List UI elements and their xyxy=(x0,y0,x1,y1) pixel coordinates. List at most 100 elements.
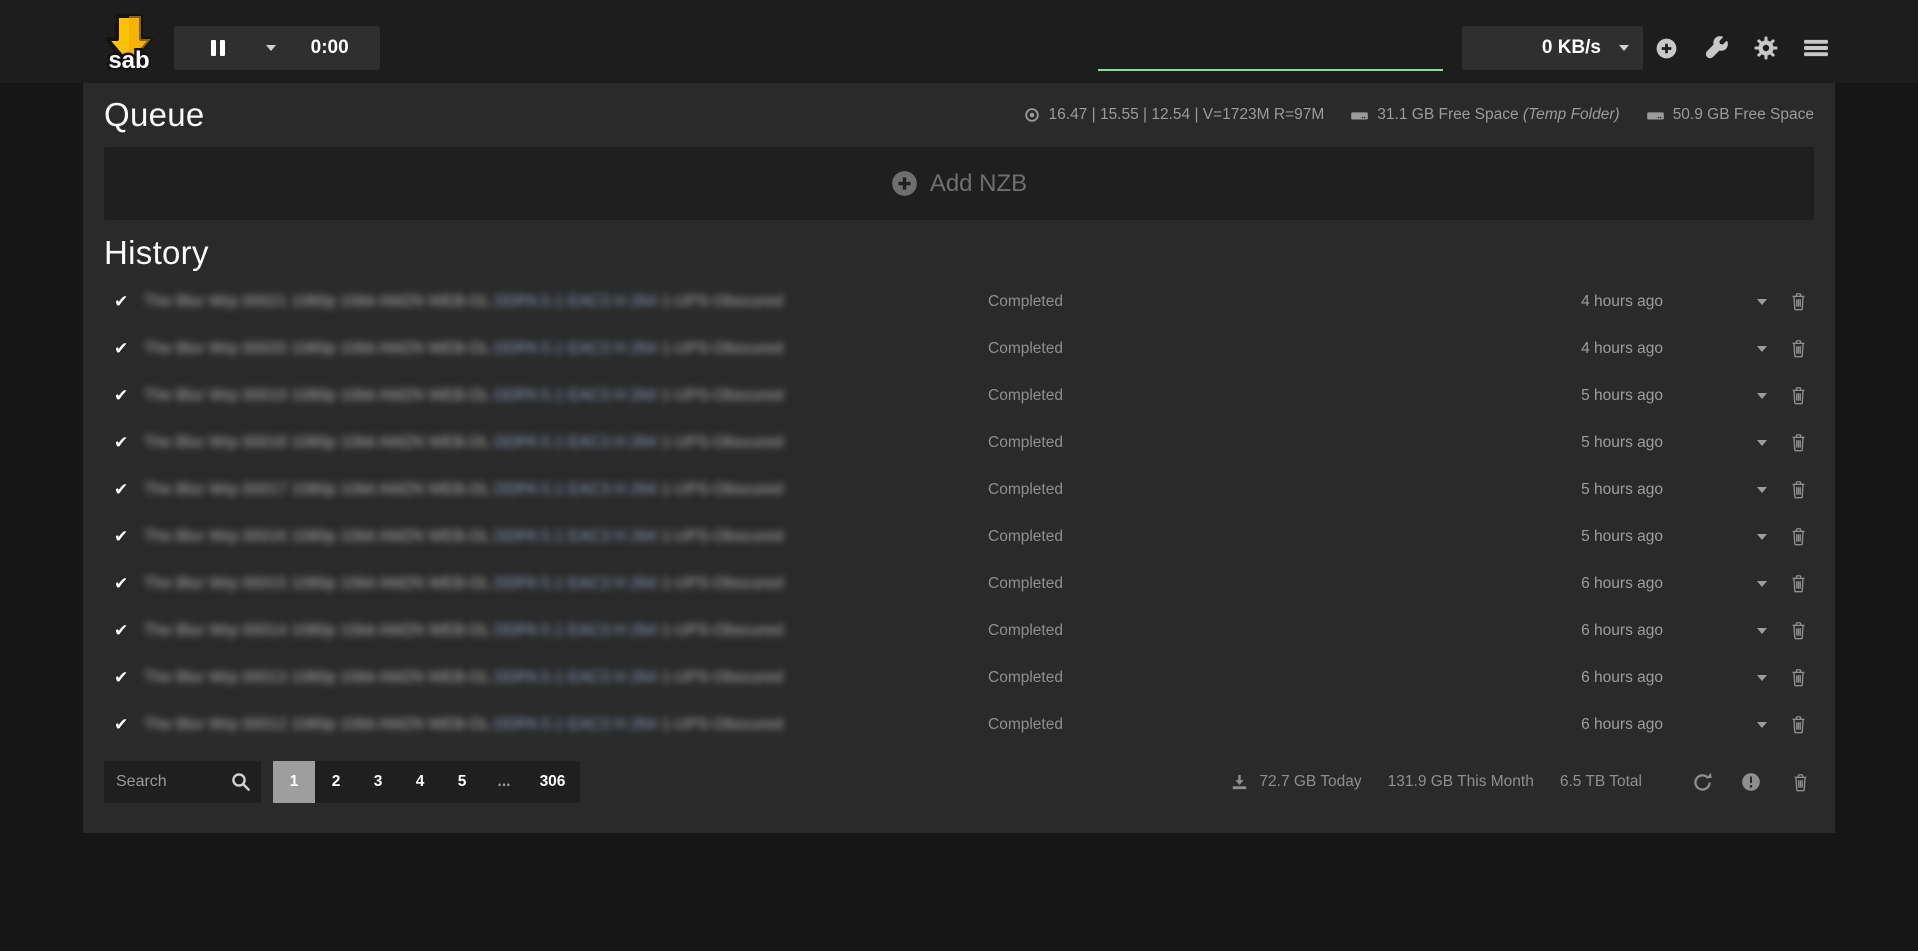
queue-header: Queue 16.47 | 15.55 | 12.54 | V=1723M R=… xyxy=(104,83,1814,147)
history-row: ✔ The Blur Wrp 00012 1080p 10bit AMZN WE… xyxy=(104,701,1814,748)
history-row: ✔ The Blur Wrp 00014 1080p 10bit AMZN WE… xyxy=(104,607,1814,654)
history-header: History xyxy=(104,220,1814,278)
server-stats-text: 16.47 | 15.55 | 12.54 | V=1723M R=97M xyxy=(1049,106,1325,124)
history-item-name[interactable]: The Blur Wrp 00019 1080p 10bit AMZN WEB-… xyxy=(144,387,988,405)
history-title: History xyxy=(104,234,209,272)
history-item-name[interactable]: The Blur Wrp 00016 1080p 10bit AMZN WEB-… xyxy=(144,528,988,546)
history-item-name[interactable]: The Blur Wrp 00014 1080p 10bit AMZN WEB-… xyxy=(144,622,988,640)
row-actions-caret-icon[interactable] xyxy=(1663,581,1783,587)
add-nzb-plus-icon[interactable] xyxy=(1652,34,1680,62)
history-item-status: Completed xyxy=(988,481,1563,499)
page-button-3[interactable]: 3 xyxy=(357,761,399,803)
row-actions-caret-icon[interactable] xyxy=(1663,299,1783,305)
total-month: 131.9 GB This Month xyxy=(1388,773,1534,791)
history-item-status: Completed xyxy=(988,575,1563,593)
history-item-status: Completed xyxy=(988,340,1563,358)
history-item-name[interactable]: The Blur Wrp 00015 1080p 10bit AMZN WEB-… xyxy=(144,575,988,593)
history-item-status: Completed xyxy=(988,293,1563,311)
history-item-status: Completed xyxy=(988,622,1563,640)
server-stats: 16.47 | 15.55 | 12.54 | V=1723M R=97M xyxy=(1023,106,1325,124)
pause-dropdown-caret-icon[interactable] xyxy=(266,45,276,51)
temp-folder-note: (Temp Folder) xyxy=(1523,106,1620,123)
search-icon[interactable] xyxy=(229,770,253,794)
temp-free-space: 31.1 GB Free Space (Temp Folder) xyxy=(1350,106,1619,125)
history-item-time: 5 hours ago xyxy=(1563,528,1663,546)
disk-free-space: 50.9 GB Free Space xyxy=(1646,106,1814,125)
history-item-time: 4 hours ago xyxy=(1563,293,1663,311)
refresh-icon[interactable] xyxy=(1688,768,1716,796)
history-item-time: 5 hours ago xyxy=(1563,434,1663,452)
history-item-name[interactable]: The Blur Wrp 00012 1080p 10bit AMZN WEB-… xyxy=(144,716,988,734)
transfer-totals: 72.7 GB Today 131.9 GB This Month 6.5 TB… xyxy=(1230,773,1642,792)
history-row: ✔ The Blur Wrp 00016 1080p 10bit AMZN WE… xyxy=(104,513,1814,560)
page-button-1[interactable]: 1 xyxy=(273,761,315,803)
check-icon: ✔ xyxy=(104,668,144,688)
purge-history-icon[interactable] xyxy=(1786,768,1814,796)
row-actions-caret-icon[interactable] xyxy=(1663,487,1783,493)
delete-row-icon[interactable] xyxy=(1783,714,1814,735)
history-item-status: Completed xyxy=(988,669,1563,687)
history-item-status: Completed xyxy=(988,387,1563,405)
history-row: ✔ The Blur Wrp 00021 1080p 10bit AMZN WE… xyxy=(104,278,1814,325)
history-item-time: 5 hours ago xyxy=(1563,481,1663,499)
pause-button[interactable] xyxy=(205,34,231,62)
gear-icon[interactable] xyxy=(1752,34,1780,62)
pause-control-group: 0:00 xyxy=(174,26,380,70)
disk-free-text: 50.9 GB Free Space xyxy=(1673,106,1814,124)
delete-row-icon[interactable] xyxy=(1783,291,1814,312)
check-icon: ✔ xyxy=(104,621,144,641)
wrench-icon[interactable] xyxy=(1702,34,1730,62)
row-actions-caret-icon[interactable] xyxy=(1663,722,1783,728)
page-button-4[interactable]: 4 xyxy=(399,761,441,803)
row-actions-caret-icon[interactable] xyxy=(1663,393,1783,399)
search-box xyxy=(104,761,261,803)
page-button-5[interactable]: 5 xyxy=(441,761,483,803)
history-item-status: Completed xyxy=(988,528,1563,546)
speed-dropdown-caret-icon[interactable] xyxy=(1619,45,1629,51)
history-row: ✔ The Blur Wrp 00020 1080p 10bit AMZN WE… xyxy=(104,325,1814,372)
delete-row-icon[interactable] xyxy=(1783,338,1814,359)
delete-row-icon[interactable] xyxy=(1783,385,1814,406)
delete-row-icon[interactable] xyxy=(1783,432,1814,453)
speed-graph-line xyxy=(1098,69,1443,71)
history-item-name[interactable]: The Blur Wrp 00018 1080p 10bit AMZN WEB-… xyxy=(144,434,988,452)
hdd-icon xyxy=(1350,106,1369,125)
pause-timer[interactable]: 0:00 xyxy=(311,37,349,59)
history-row: ✔ The Blur Wrp 00013 1080p 10bit AMZN WE… xyxy=(104,654,1814,701)
history-row: ✔ The Blur Wrp 00017 1080p 10bit AMZN WE… xyxy=(104,466,1814,513)
history-item-name[interactable]: The Blur Wrp 00020 1080p 10bit AMZN WEB-… xyxy=(144,340,988,358)
delete-row-icon[interactable] xyxy=(1783,620,1814,641)
check-icon: ✔ xyxy=(104,574,144,594)
history-footer: 12345...306 72.7 GB Today 131.9 GB This … xyxy=(104,761,1814,803)
add-nzb-dropzone[interactable]: Add NZB xyxy=(104,147,1814,220)
sabnzbd-logo[interactable]: sab xyxy=(101,13,157,75)
history-item-time: 6 hours ago xyxy=(1563,669,1663,687)
page-button-2[interactable]: 2 xyxy=(315,761,357,803)
row-actions-caret-icon[interactable] xyxy=(1663,628,1783,634)
hdd-icon xyxy=(1646,106,1665,125)
page-button-306[interactable]: 306 xyxy=(525,761,580,803)
row-actions-caret-icon[interactable] xyxy=(1663,675,1783,681)
speed-limit-group[interactable]: 0 KB/s xyxy=(1462,26,1643,70)
check-icon: ✔ xyxy=(104,715,144,735)
row-actions-caret-icon[interactable] xyxy=(1663,534,1783,540)
row-actions-caret-icon[interactable] xyxy=(1663,440,1783,446)
history-item-name[interactable]: The Blur Wrp 00021 1080p 10bit AMZN WEB-… xyxy=(144,293,988,311)
page-ellipsis: ... xyxy=(483,761,525,803)
hamburger-menu-icon[interactable] xyxy=(1802,34,1830,62)
warnings-icon[interactable] xyxy=(1737,768,1765,796)
history-item-status: Completed xyxy=(988,434,1563,452)
check-icon: ✔ xyxy=(104,292,144,312)
delete-row-icon[interactable] xyxy=(1783,479,1814,500)
main-panel: Queue 16.47 | 15.55 | 12.54 | V=1723M R=… xyxy=(83,83,1835,833)
history-item-name[interactable]: The Blur Wrp 00017 1080p 10bit AMZN WEB-… xyxy=(144,481,988,499)
history-item-time: 5 hours ago xyxy=(1563,387,1663,405)
total-all: 6.5 TB Total xyxy=(1560,773,1642,791)
delete-row-icon[interactable] xyxy=(1783,667,1814,688)
delete-row-icon[interactable] xyxy=(1783,526,1814,547)
top-bar: sab 0:00 0 KB/s xyxy=(0,0,1918,83)
history-item-name[interactable]: The Blur Wrp 00013 1080p 10bit AMZN WEB-… xyxy=(144,669,988,687)
row-actions-caret-icon[interactable] xyxy=(1663,346,1783,352)
queue-stats: 16.47 | 15.55 | 12.54 | V=1723M R=97M 31… xyxy=(1023,106,1814,125)
delete-row-icon[interactable] xyxy=(1783,573,1814,594)
